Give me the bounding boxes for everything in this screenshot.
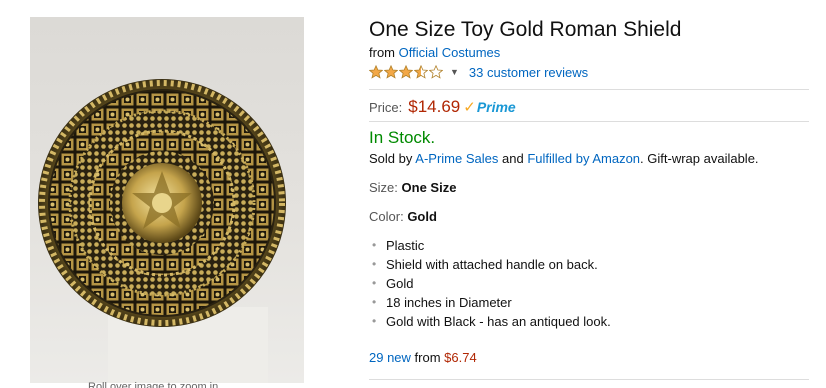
rating-row: ▼ 33 customer reviews bbox=[369, 63, 588, 81]
from-label: from bbox=[369, 45, 395, 60]
star-icon bbox=[369, 65, 383, 79]
divider bbox=[369, 379, 809, 380]
price-value: $14.69 bbox=[408, 97, 461, 116]
brand-link[interactable]: Official Costumes bbox=[399, 45, 501, 60]
prime-check-icon: ✓ bbox=[463, 99, 476, 116]
brand-byline: from Official Costumes bbox=[369, 45, 500, 60]
offers-price: $6.74 bbox=[444, 350, 477, 365]
price-row: Price: $14.69 ✓ Prime bbox=[369, 97, 516, 117]
zoom-caption: Roll over image to zoom in bbox=[88, 381, 219, 388]
color-label: Color: bbox=[369, 209, 404, 224]
star-icon bbox=[429, 65, 443, 79]
stock-status: In Stock. bbox=[369, 128, 436, 147]
feature-bullet: Plastic bbox=[369, 236, 611, 255]
feature-bullet: Gold with Black - has an antiqued look. bbox=[369, 312, 611, 331]
star-icon bbox=[384, 65, 398, 79]
star-icon bbox=[414, 65, 428, 79]
prime-badge[interactable]: ✓ Prime bbox=[463, 98, 516, 116]
sold-by-and: and bbox=[501, 151, 524, 166]
gold-shield-image bbox=[38, 79, 286, 383]
divider bbox=[369, 89, 809, 90]
offers-line: 29 new from $6.74 bbox=[369, 350, 477, 365]
customer-reviews-link[interactable]: 33 customer reviews bbox=[469, 65, 588, 80]
star-rating[interactable] bbox=[369, 65, 444, 79]
feature-bullet: Shield with attached handle on back. bbox=[369, 255, 611, 274]
feature-bullet: Gold bbox=[369, 274, 611, 293]
prime-label: Prime bbox=[476, 99, 516, 115]
feature-bullet: 18 inches in Diameter bbox=[369, 293, 611, 312]
color-variation: Color: Gold bbox=[369, 209, 437, 224]
color-value: Gold bbox=[407, 209, 437, 224]
size-value: One Size bbox=[401, 180, 457, 195]
price-label: Price: bbox=[369, 100, 403, 115]
feature-bullets: Plastic Shield with attached handle on b… bbox=[369, 236, 611, 331]
chevron-down-icon[interactable]: ▼ bbox=[450, 67, 459, 77]
divider bbox=[369, 121, 809, 122]
gift-wrap-text: . Gift-wrap available. bbox=[640, 151, 759, 166]
size-label: Size: bbox=[369, 180, 398, 195]
seller-link[interactable]: A-Prime Sales bbox=[415, 151, 498, 166]
product-title: One Size Toy Gold Roman Shield bbox=[369, 18, 682, 41]
fulfilled-by-amazon-link[interactable]: Fulfilled by Amazon bbox=[527, 151, 640, 166]
size-variation: Size: One Size bbox=[369, 180, 456, 195]
offers-from-label: from bbox=[414, 350, 441, 365]
product-image[interactable] bbox=[30, 17, 304, 383]
sold-by-prefix: Sold by bbox=[369, 151, 413, 166]
sold-by-line: Sold by A-Prime Sales and Fulfilled by A… bbox=[369, 151, 759, 166]
star-icon bbox=[399, 65, 413, 79]
new-offers-link[interactable]: 29 new bbox=[369, 350, 411, 365]
